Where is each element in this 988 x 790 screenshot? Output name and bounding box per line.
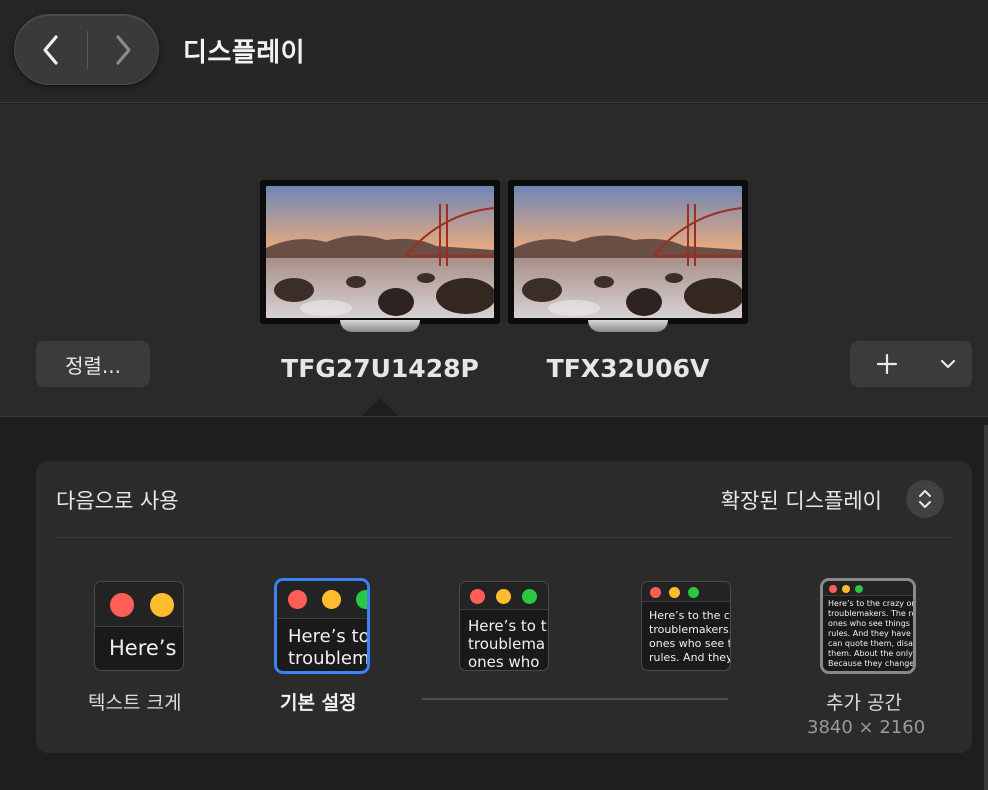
monitor-bezel: [258, 178, 502, 326]
resolution-option-3[interactable]: Here’s to t troublema ones who: [459, 581, 549, 671]
preview-3: Here’s to t troublema ones who: [459, 581, 549, 671]
minimize-dot-icon: [496, 589, 511, 604]
preview-4: Here’s to the cr troublemakers. ones who…: [641, 581, 731, 671]
navigation-control: [14, 14, 159, 85]
plus-icon: [876, 353, 898, 375]
zoom-dot-icon: [522, 589, 537, 604]
toolbar: 디스플레이: [0, 0, 988, 103]
larger-text-label: 텍스트 크게: [88, 692, 182, 714]
preview-text-line-5: can quote them, disagre: [828, 639, 913, 648]
close-dot-icon: [288, 590, 307, 609]
minimize-dot-icon: [322, 590, 341, 609]
arrange-button[interactable]: 정렬...: [36, 341, 150, 387]
preview-text-line-1: Here’s to the crazy ones: [828, 599, 916, 608]
preview-text-line-4: rules. And they have no: [828, 629, 916, 638]
monitor-1-name[interactable]: TFG27U1428P: [260, 354, 500, 383]
zoom-dot-icon: [855, 585, 863, 593]
resolution-option-default[interactable]: Here’s to troublem: [274, 578, 370, 674]
resolution-option-larger-text[interactable]: Here’s: [94, 581, 184, 671]
monitor-2-name[interactable]: TFX32U06V: [508, 354, 748, 383]
monitor-stand: [588, 320, 668, 332]
use-as-popup-value[interactable]: 확장된 디스플레이: [721, 485, 882, 515]
preview-text-line-6: them. About the only th: [828, 649, 916, 658]
add-display-group: [850, 341, 972, 387]
close-dot-icon: [470, 589, 485, 604]
preview-more-space: Here’s to the crazy ones troublemakers. …: [820, 578, 916, 674]
preview-text-line-1: Here’s to: [288, 626, 370, 647]
display-settings-window: 디스플레이 정렬... TFG27U1428P TFX32U06V 다음으로 사…: [0, 0, 988, 790]
page-title: 디스플레이: [183, 38, 306, 68]
chevron-left-icon: [43, 34, 58, 65]
arrangement-divider: [0, 416, 988, 417]
chevron-down-icon: [940, 359, 956, 369]
display-arrangement: 정렬... TFG27U1428P TFX32U06V: [0, 104, 988, 417]
close-dot-icon: [650, 587, 661, 598]
preview-text-line-3: ones who see t: [649, 637, 731, 650]
preview-text-line-2: troublemakers.: [649, 623, 731, 636]
up-down-chevron-icon: [919, 490, 931, 508]
more-space-label: 추가 공간: [826, 692, 902, 714]
preview-text-line-3: ones who see things di: [828, 619, 916, 628]
preview-text-line-1: Here’s to t: [468, 617, 547, 635]
wallpaper-image: [514, 186, 742, 318]
minimize-dot-icon: [842, 585, 850, 593]
resolution-option-more-space[interactable]: Here’s to the crazy ones troublemakers. …: [820, 578, 916, 674]
monitor-bezel: [508, 180, 748, 324]
use-as-label: 다음으로 사용: [56, 489, 179, 513]
wallpaper-image: [266, 186, 494, 318]
preview-text-line-3: ones who: [468, 653, 540, 671]
forward-button[interactable]: [87, 15, 159, 84]
close-dot-icon: [829, 585, 837, 593]
preview-text-line-2: troublemakers. The rou: [828, 609, 916, 618]
preview-larger-text: Here’s: [94, 581, 184, 671]
preview-text-line-7: Because they change th: [828, 659, 916, 668]
vertical-scrollbar[interactable]: [984, 425, 988, 790]
preview-text: Here’s: [109, 636, 177, 660]
monitor-2[interactable]: [508, 180, 748, 340]
preview-text-line-2: troublema: [468, 635, 546, 653]
chevron-right-icon: [116, 34, 131, 65]
preview-default: Here’s to troublem: [274, 578, 370, 674]
monitor-stand: [340, 320, 420, 332]
default-label: 기본 설정: [280, 692, 357, 714]
selection-pointer: [362, 398, 398, 416]
zoom-dot-icon: [688, 587, 699, 598]
back-button[interactable]: [15, 15, 87, 84]
preview-text-line-1: Here’s to the cr: [649, 609, 731, 622]
preview-text-line-4: rules. And they: [649, 651, 731, 664]
card-divider: [56, 537, 952, 538]
preview-text-line-2: troublem: [288, 648, 370, 669]
close-dot-icon: [110, 593, 134, 617]
add-display-button[interactable]: [850, 341, 924, 387]
minimize-dot-icon: [669, 587, 680, 598]
display-settings-card: 다음으로 사용 확장된 디스플레이 Here’s 텍스트 크게 Here’s t…: [36, 461, 972, 753]
more-space-resolution: 3840 × 2160: [807, 717, 926, 738]
zoom-dot-icon: [356, 590, 367, 609]
add-display-menu-button[interactable]: [924, 341, 972, 387]
use-as-popup-button[interactable]: [906, 480, 944, 518]
resolution-option-4[interactable]: Here’s to the cr troublemakers. ones who…: [641, 581, 731, 671]
resolution-track: [422, 698, 728, 700]
minimize-dot-icon: [150, 593, 174, 617]
monitor-1[interactable]: [258, 178, 502, 340]
